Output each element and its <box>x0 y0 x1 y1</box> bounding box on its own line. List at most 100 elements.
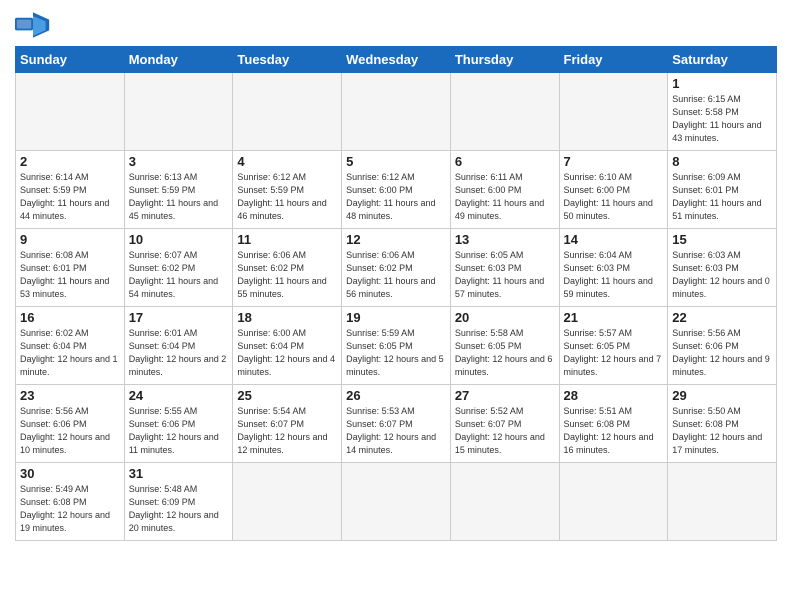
calendar-week-4: 23 Sunrise: 5:56 AMSunset: 6:06 PMDayligh… <box>16 385 777 463</box>
calendar-cell: 13 Sunrise: 6:05 AMSunset: 6:03 PMDayligh… <box>450 229 559 307</box>
calendar-cell: 15Sunrise: 6:03 AMSunset: 6:03 PMDayligh… <box>668 229 777 307</box>
col-header-saturday: Saturday <box>668 47 777 73</box>
calendar-cell: 28 Sunrise: 5:51 AMSunset: 6:08 PMDayligh… <box>559 385 668 463</box>
day-number: 23 <box>20 388 120 403</box>
calendar-cell: 6 Sunrise: 6:11 AMSunset: 6:00 PMDaylight… <box>450 151 559 229</box>
calendar-cell <box>559 73 668 151</box>
col-header-monday: Monday <box>124 47 233 73</box>
calendar-cell: 14 Sunrise: 6:04 AMSunset: 6:03 PMDayligh… <box>559 229 668 307</box>
day-info: Sunrise: 5:55 AMSunset: 6:06 PMDaylight:… <box>129 405 229 457</box>
calendar-cell: 4 Sunrise: 6:12 AMSunset: 5:59 PMDaylight… <box>233 151 342 229</box>
calendar-week-3: 16 Sunrise: 6:02 AMSunset: 6:04 PMDayligh… <box>16 307 777 385</box>
calendar-cell: 8 Sunrise: 6:09 AMSunset: 6:01 PMDaylight… <box>668 151 777 229</box>
calendar-cell: 9Sunrise: 6:08 AMSunset: 6:01 PMDaylight… <box>16 229 125 307</box>
day-number: 6 <box>455 154 555 169</box>
day-number: 9 <box>20 232 120 247</box>
day-info: Sunrise: 5:56 AMSunset: 6:06 PMDaylight:… <box>20 405 120 457</box>
calendar-cell: 21 Sunrise: 5:57 AMSunset: 6:05 PMDayligh… <box>559 307 668 385</box>
day-number: 10 <box>129 232 229 247</box>
day-info: Sunrise: 6:12 AMSunset: 5:59 PMDaylight:… <box>237 171 337 223</box>
calendar-cell <box>668 463 777 541</box>
calendar-cell: 17 Sunrise: 6:01 AMSunset: 6:04 PMDayligh… <box>124 307 233 385</box>
day-info: Sunrise: 6:12 AMSunset: 6:00 PMDaylight:… <box>346 171 446 223</box>
calendar-cell <box>16 73 125 151</box>
calendar-cell: 16 Sunrise: 6:02 AMSunset: 6:04 PMDayligh… <box>16 307 125 385</box>
calendar-header-row: SundayMondayTuesdayWednesdayThursdayFrid… <box>16 47 777 73</box>
day-number: 13 <box>455 232 555 247</box>
day-number: 26 <box>346 388 446 403</box>
calendar: SundayMondayTuesdayWednesdayThursdayFrid… <box>15 46 777 541</box>
day-number: 4 <box>237 154 337 169</box>
col-header-sunday: Sunday <box>16 47 125 73</box>
day-number: 11 <box>237 232 337 247</box>
calendar-cell: 25Sunrise: 5:54 AMSunset: 6:07 PMDayligh… <box>233 385 342 463</box>
calendar-cell: 7 Sunrise: 6:10 AMSunset: 6:00 PMDaylight… <box>559 151 668 229</box>
day-info: Sunrise: 6:04 AMSunset: 6:03 PMDaylight:… <box>564 249 664 301</box>
day-info: Sunrise: 6:00 AMSunset: 6:04 PMDaylight:… <box>237 327 337 379</box>
day-info: Sunrise: 5:51 AMSunset: 6:08 PMDaylight:… <box>564 405 664 457</box>
day-info: Sunrise: 5:48 AMSunset: 6:09 PMDaylight:… <box>129 483 229 535</box>
day-number: 18 <box>237 310 337 325</box>
logo <box>15 10 55 40</box>
calendar-week-5: 30Sunrise: 5:49 AMSunset: 6:08 PMDayligh… <box>16 463 777 541</box>
day-number: 24 <box>129 388 229 403</box>
calendar-cell: 12Sunrise: 6:06 AMSunset: 6:02 PMDayligh… <box>342 229 451 307</box>
calendar-cell: 3 Sunrise: 6:13 AMSunset: 5:59 PMDaylight… <box>124 151 233 229</box>
day-info: Sunrise: 6:09 AMSunset: 6:01 PMDaylight:… <box>672 171 772 223</box>
day-number: 27 <box>455 388 555 403</box>
day-info: Sunrise: 6:10 AMSunset: 6:00 PMDaylight:… <box>564 171 664 223</box>
day-info: Sunrise: 6:14 AMSunset: 5:59 PMDaylight:… <box>20 171 120 223</box>
day-info: Sunrise: 6:05 AMSunset: 6:03 PMDaylight:… <box>455 249 555 301</box>
col-header-friday: Friday <box>559 47 668 73</box>
day-info: Sunrise: 5:58 AMSunset: 6:05 PMDaylight:… <box>455 327 555 379</box>
calendar-cell <box>559 463 668 541</box>
calendar-week-2: 9Sunrise: 6:08 AMSunset: 6:01 PMDaylight… <box>16 229 777 307</box>
calendar-cell: 20 Sunrise: 5:58 AMSunset: 6:05 PMDayligh… <box>450 307 559 385</box>
day-number: 8 <box>672 154 772 169</box>
calendar-cell: 31 Sunrise: 5:48 AMSunset: 6:09 PMDayligh… <box>124 463 233 541</box>
day-number: 7 <box>564 154 664 169</box>
calendar-cell <box>233 463 342 541</box>
day-number: 5 <box>346 154 446 169</box>
calendar-cell: 2Sunrise: 6:14 AMSunset: 5:59 PMDaylight… <box>16 151 125 229</box>
calendar-cell: 26Sunrise: 5:53 AMSunset: 6:07 PMDayligh… <box>342 385 451 463</box>
day-info: Sunrise: 5:57 AMSunset: 6:05 PMDaylight:… <box>564 327 664 379</box>
day-info: Sunrise: 6:01 AMSunset: 6:04 PMDaylight:… <box>129 327 229 379</box>
col-header-tuesday: Tuesday <box>233 47 342 73</box>
calendar-week-0: 1Sunrise: 6:15 AMSunset: 5:58 PMDaylight… <box>16 73 777 151</box>
calendar-cell: 24 Sunrise: 5:55 AMSunset: 6:06 PMDayligh… <box>124 385 233 463</box>
calendar-cell: 5 Sunrise: 6:12 AMSunset: 6:00 PMDaylight… <box>342 151 451 229</box>
day-number: 30 <box>20 466 120 481</box>
day-number: 19 <box>346 310 446 325</box>
calendar-cell <box>342 463 451 541</box>
calendar-cell: 1Sunrise: 6:15 AMSunset: 5:58 PMDaylight… <box>668 73 777 151</box>
day-number: 1 <box>672 76 772 91</box>
day-number: 31 <box>129 466 229 481</box>
day-number: 3 <box>129 154 229 169</box>
calendar-cell: 18 Sunrise: 6:00 AMSunset: 6:04 PMDayligh… <box>233 307 342 385</box>
day-info: Sunrise: 6:03 AMSunset: 6:03 PMDaylight:… <box>672 249 772 301</box>
day-info: Sunrise: 6:06 AMSunset: 6:02 PMDaylight:… <box>237 249 337 301</box>
header <box>15 10 777 40</box>
calendar-cell: 11 Sunrise: 6:06 AMSunset: 6:02 PMDayligh… <box>233 229 342 307</box>
calendar-cell: 19Sunrise: 5:59 AMSunset: 6:05 PMDayligh… <box>342 307 451 385</box>
logo-icon <box>15 10 51 40</box>
day-number: 21 <box>564 310 664 325</box>
day-number: 17 <box>129 310 229 325</box>
calendar-cell <box>233 73 342 151</box>
calendar-week-1: 2Sunrise: 6:14 AMSunset: 5:59 PMDaylight… <box>16 151 777 229</box>
day-number: 28 <box>564 388 664 403</box>
calendar-cell: 27Sunrise: 5:52 AMSunset: 6:07 PMDayligh… <box>450 385 559 463</box>
day-info: Sunrise: 6:13 AMSunset: 5:59 PMDaylight:… <box>129 171 229 223</box>
calendar-cell <box>124 73 233 151</box>
calendar-cell: 22Sunrise: 5:56 AMSunset: 6:06 PMDayligh… <box>668 307 777 385</box>
day-number: 16 <box>20 310 120 325</box>
day-info: Sunrise: 6:11 AMSunset: 6:00 PMDaylight:… <box>455 171 555 223</box>
day-number: 20 <box>455 310 555 325</box>
day-info: Sunrise: 5:56 AMSunset: 6:06 PMDaylight:… <box>672 327 772 379</box>
col-header-wednesday: Wednesday <box>342 47 451 73</box>
col-header-thursday: Thursday <box>450 47 559 73</box>
day-number: 14 <box>564 232 664 247</box>
day-info: Sunrise: 6:07 AMSunset: 6:02 PMDaylight:… <box>129 249 229 301</box>
day-info: Sunrise: 6:02 AMSunset: 6:04 PMDaylight:… <box>20 327 120 379</box>
